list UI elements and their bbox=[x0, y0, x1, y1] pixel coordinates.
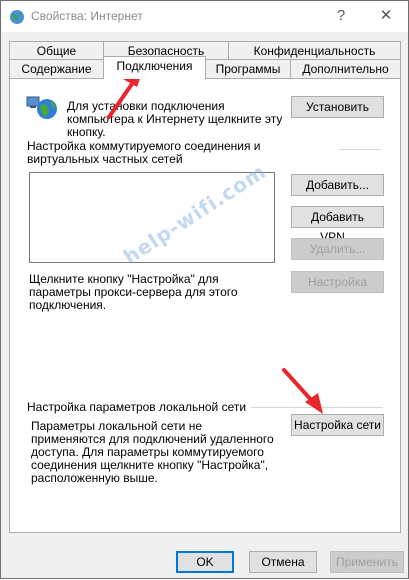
tab-programs[interactable]: Программы bbox=[205, 59, 291, 79]
network-globe-icon bbox=[26, 96, 57, 119]
globe-icon bbox=[10, 10, 24, 24]
window-title: Свойства: Интернет bbox=[31, 9, 143, 23]
proxy-settings-hint: Щелкните кнопку "Настройка" для параметр… bbox=[29, 272, 238, 312]
lan-settings-button[interactable]: Настройка сети bbox=[291, 414, 384, 436]
tab-general[interactable]: Общие bbox=[9, 41, 104, 61]
lan-heading: Настройка параметров локальной сети bbox=[27, 400, 247, 414]
section-divider bbox=[339, 149, 381, 150]
lan-divider bbox=[251, 407, 383, 408]
settings-button[interactable]: Настройка bbox=[291, 271, 384, 293]
title-bar: Свойства: Интернет ? ✕ bbox=[1, 1, 408, 32]
close-button[interactable]: ✕ bbox=[364, 1, 408, 31]
tab-connections[interactable]: Подключения bbox=[103, 56, 206, 79]
internet-properties-window: Свойства: Интернет ? ✕ Общие Безопасност… bbox=[0, 0, 409, 579]
tab-privacy[interactable]: Конфиденциальность bbox=[228, 41, 401, 61]
setup-description: Для установки подключения компьютера к И… bbox=[67, 99, 283, 139]
tab-advanced[interactable]: Дополнительно bbox=[290, 59, 401, 79]
add-connection-button[interactable]: Добавить... bbox=[291, 174, 384, 196]
remove-button[interactable]: Удалить... bbox=[291, 238, 384, 260]
ok-button[interactable]: OK bbox=[176, 551, 234, 573]
dialup-heading: Настройка коммутируемого соединения и ви… bbox=[27, 139, 261, 166]
help-button[interactable]: ? bbox=[319, 1, 363, 31]
add-vpn-button[interactable]: Добавить VPN... bbox=[291, 206, 384, 244]
tab-content[interactable]: Содержание bbox=[9, 59, 104, 79]
apply-button[interactable]: Применить bbox=[330, 551, 404, 573]
cancel-button[interactable]: Отмена bbox=[249, 551, 317, 573]
setup-button[interactable]: Установить bbox=[291, 96, 384, 118]
lan-description: Параметры локальной сети не применяются … bbox=[31, 419, 274, 485]
